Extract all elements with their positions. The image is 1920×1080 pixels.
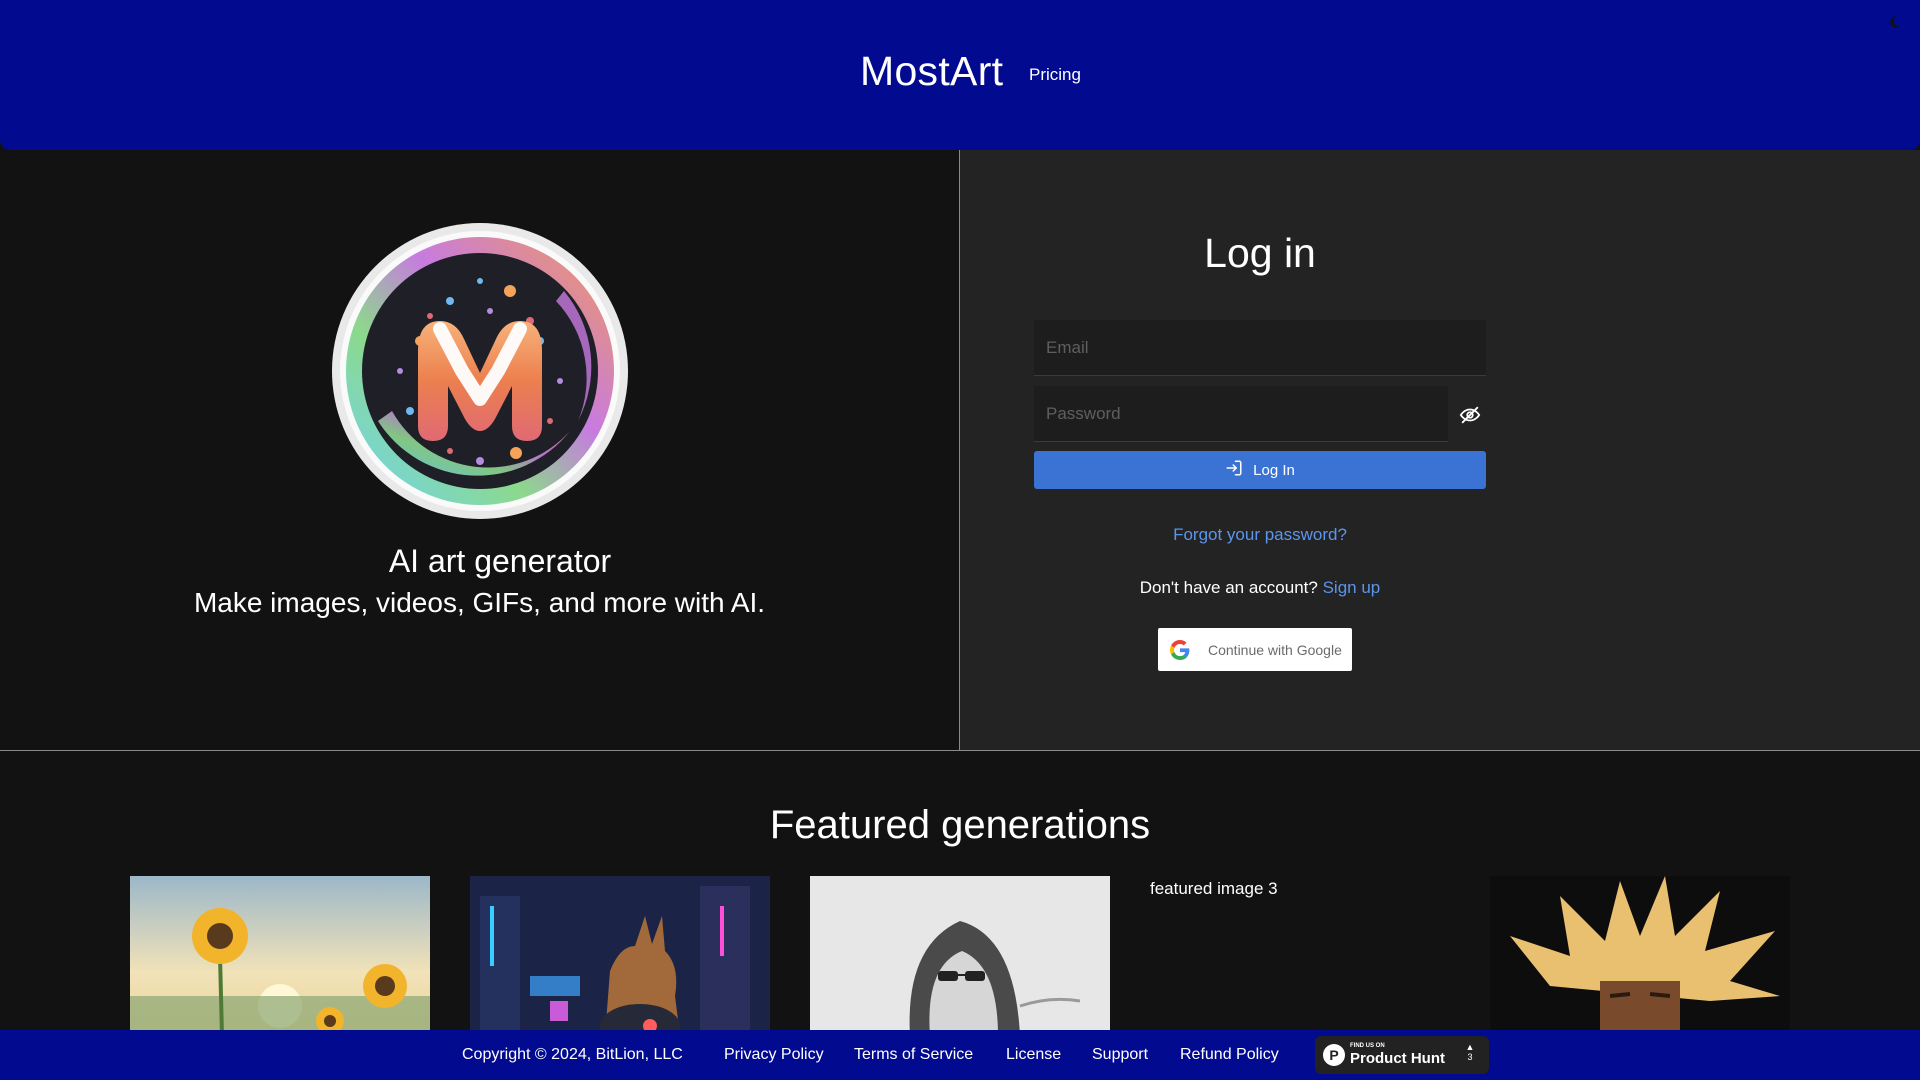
- footer-link-support[interactable]: Support: [1092, 1046, 1148, 1064]
- footer-link-refund[interactable]: Refund Policy: [1180, 1046, 1279, 1064]
- password-field-wrap: [1034, 386, 1448, 442]
- forgot-password-link[interactable]: Forgot your password?: [960, 525, 1560, 545]
- footer-link-terms[interactable]: Terms of Service: [854, 1046, 973, 1064]
- featured-title: Featured generations: [769, 803, 1151, 847]
- email-field-wrap: [1034, 320, 1486, 376]
- featured-image-spiky-hero[interactable]: [1490, 876, 1790, 1030]
- login-button[interactable]: Log In: [1034, 451, 1486, 489]
- footer-link-license[interactable]: License: [1006, 1046, 1061, 1064]
- featured-image-cyber-dog[interactable]: [470, 876, 770, 1030]
- footer-link-privacy[interactable]: Privacy Policy: [724, 1046, 824, 1064]
- moon-icon[interactable]: [1884, 12, 1904, 32]
- product-hunt-badge[interactable]: P FIND US ON Product Hunt ▲ 3: [1315, 1036, 1489, 1074]
- top-header: MostArt Pricing: [0, 0, 1920, 150]
- google-icon: [1170, 639, 1190, 660]
- signup-link[interactable]: Sign up: [1323, 578, 1381, 597]
- featured-image-hooded-sketch[interactable]: [810, 876, 1110, 1030]
- featured-image-broken[interactable]: featured image 3: [1150, 879, 1278, 899]
- hero-subtitle: Make images, videos, GIFs, and more with…: [193, 587, 766, 618]
- nav-pricing-link[interactable]: Pricing: [1029, 65, 1081, 85]
- product-hunt-icon: P: [1323, 1044, 1345, 1066]
- footer-bar: Copyright © 2024, BitLion, LLC Privacy P…: [0, 1030, 1920, 1080]
- email-input[interactable]: [1034, 320, 1486, 375]
- product-hunt-text: Product Hunt: [1350, 1050, 1445, 1067]
- upvote-count: 3: [1467, 1052, 1473, 1062]
- signup-line: Don't have an account? Sign up: [960, 578, 1560, 598]
- login-arrow-icon: [1225, 459, 1243, 481]
- hero-title: AI art generator: [388, 543, 612, 579]
- product-hunt-votes: ▲ 3: [1464, 1042, 1476, 1062]
- brand-logo-text[interactable]: MostArt: [860, 48, 1003, 95]
- upvote-arrow-icon: ▲: [1465, 1042, 1475, 1052]
- featured-image-sunflowers[interactable]: [130, 876, 430, 1030]
- broken-image-alt: featured image 3: [1150, 879, 1278, 898]
- google-signin-button[interactable]: Continue with Google: [1158, 628, 1352, 671]
- login-panel: Log in Log In Forgot your password? Don'…: [960, 150, 1920, 750]
- google-button-label: Continue with Google: [1208, 641, 1342, 658]
- hero-panel: AI art generator Make images, videos, GI…: [0, 150, 959, 750]
- no-account-text: Don't have an account?: [1139, 578, 1318, 597]
- featured-section: Featured generations featured image 3: [0, 751, 1920, 1030]
- eye-off-icon[interactable]: [1457, 402, 1483, 428]
- copyright-text: Copyright © 2024, BitLion, LLC: [462, 1046, 683, 1063]
- login-title: Log in: [1204, 230, 1316, 276]
- product-hunt-small-text: FIND US ON: [1350, 1043, 1385, 1049]
- password-input[interactable]: [1034, 386, 1448, 441]
- login-button-label: Log In: [1253, 461, 1295, 479]
- mostart-logo: [330, 221, 630, 521]
